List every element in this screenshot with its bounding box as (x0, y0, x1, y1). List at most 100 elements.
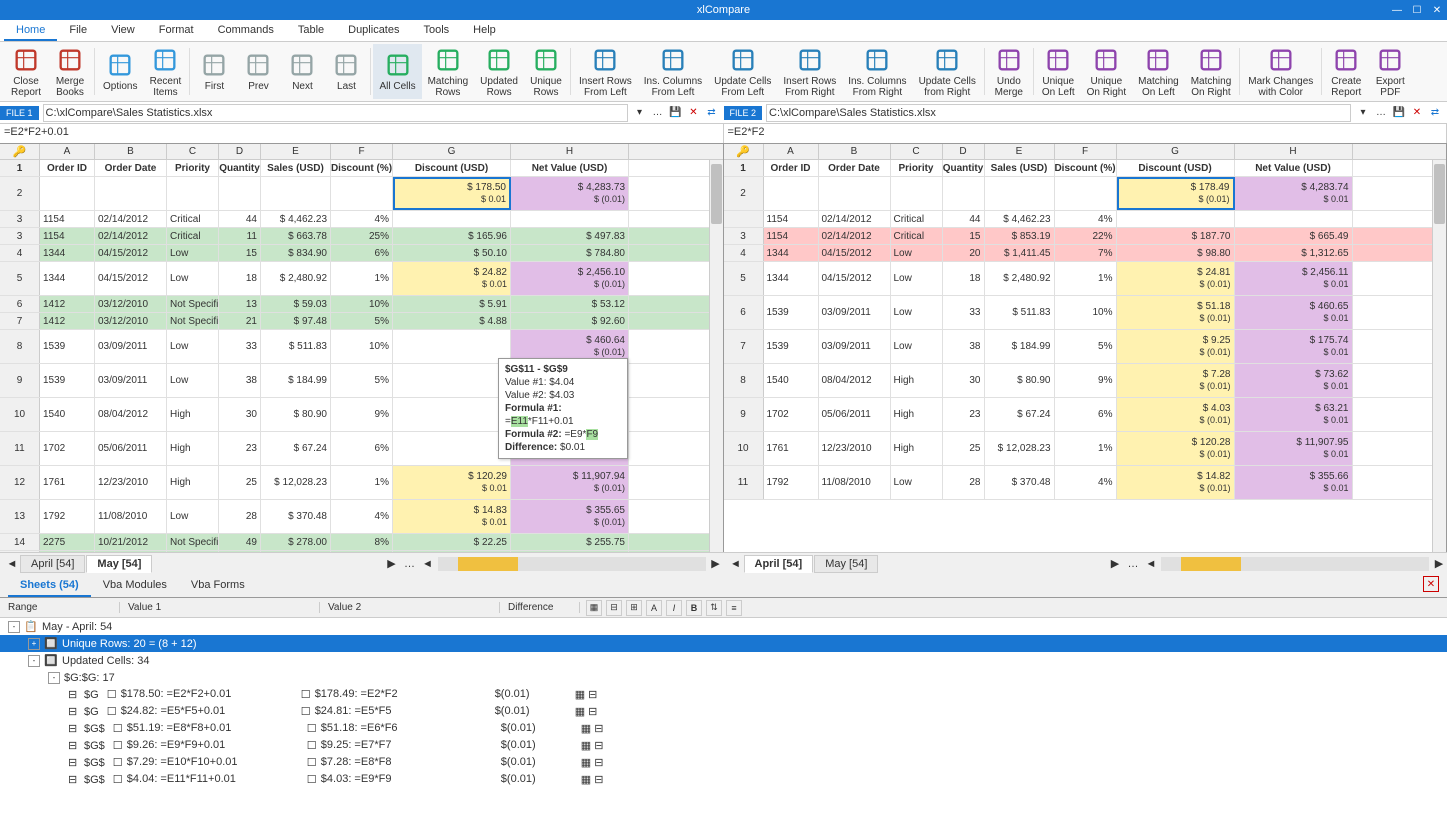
cell[interactable]: 23 (219, 432, 261, 465)
cell[interactable]: 2275 (40, 534, 95, 550)
cell[interactable]: $ 1,411.45 (985, 245, 1055, 261)
ribbon-options[interactable]: Options (97, 44, 143, 99)
cell[interactable]: $ 65.86 (511, 551, 629, 552)
cell[interactable]: 1154 (40, 228, 95, 244)
cell[interactable]: 1540 (764, 364, 819, 397)
diff-tree-row[interactable]: ⊟$G☐$178.50: =E2*F2+0.01☐$178.49: =E2*F2… (0, 686, 1447, 703)
cell[interactable]: $ 4,462.23 (261, 211, 331, 227)
col-header-E[interactable]: E (985, 144, 1055, 159)
cell[interactable]: $ 98.80 (1117, 245, 1235, 261)
vscrollbar[interactable] (709, 160, 723, 552)
cell[interactable]: 02/14/2012 (819, 228, 891, 244)
diff-tree-row[interactable]: ⊟$G$☐$51.19: =E8*F8+0.01☐$51.18: =E6*F6$… (0, 720, 1447, 737)
cell[interactable]: $ 184.99 (261, 364, 331, 397)
cell[interactable]: Not Specifie (167, 551, 219, 552)
ribbon-unique-left[interactable]: UniqueOn Left (1036, 44, 1081, 99)
cell[interactable]: 12/23/2010 (819, 432, 891, 465)
cell[interactable]: 21 (219, 313, 261, 329)
cell[interactable]: $ 120.28$ (0.01) (1117, 432, 1235, 465)
cell[interactable]: $ 175.74$ 0.01 (1235, 330, 1353, 363)
menu-tab-file[interactable]: File (57, 21, 99, 41)
cell[interactable]: 8% (331, 534, 393, 550)
cell[interactable]: 13 (219, 296, 261, 312)
ribbon-mark-color[interactable]: Mark Changeswith Color (1242, 44, 1319, 99)
cell[interactable]: $ 1,312.65 (1235, 245, 1353, 261)
header-cell[interactable]: Net Value (USD) (511, 160, 629, 176)
row-header[interactable] (724, 211, 764, 227)
cell[interactable]: $ 665.49 (1235, 228, 1353, 244)
row-header[interactable]: 5 (724, 262, 764, 295)
cell[interactable]: $ 11,907.94$ (0.01) (511, 466, 629, 499)
cell[interactable] (1235, 211, 1353, 227)
cell[interactable]: 08/04/2012 (819, 364, 891, 397)
cell[interactable]: 03/09/2011 (819, 296, 891, 329)
cell[interactable]: 03/09/2011 (95, 330, 167, 363)
cell[interactable]: 1539 (40, 330, 95, 363)
cell[interactable]: 18 (943, 262, 985, 295)
header-cell[interactable]: Discount (%) (1055, 160, 1117, 176)
close-button[interactable]: ✕ (1427, 0, 1447, 20)
ribbon-insert-rows-left[interactable]: Insert RowsFrom Left (573, 44, 638, 99)
cell[interactable]: 1344 (764, 262, 819, 295)
header-cell[interactable]: Discount (USD) (393, 160, 511, 176)
sheet-tab[interactable]: April [54] (744, 555, 814, 573)
cell[interactable]: 02/14/2012 (819, 211, 891, 227)
header-cell[interactable]: Net Value (USD) (1235, 160, 1353, 176)
diff-tree-row[interactable]: +🔲Unique Rows: 20 = (8 + 12) (0, 635, 1447, 652)
file1-dropdown-icon[interactable]: ▾ (632, 105, 648, 121)
cell[interactable]: Low (167, 500, 219, 533)
cell[interactable]: Critical (891, 228, 943, 244)
cell[interactable]: 25 (943, 432, 985, 465)
row-header[interactable]: 4 (0, 245, 40, 261)
cell[interactable]: $ 497.83 (511, 228, 629, 244)
cell[interactable]: $ 2,456.10$ (0.01) (511, 262, 629, 295)
row-header[interactable]: 10 (0, 398, 40, 431)
cell[interactable]: $ 92.60 (511, 313, 629, 329)
ribbon-all-cells[interactable]: All Cells (373, 44, 421, 99)
cell[interactable]: $ 67.24 (261, 432, 331, 465)
header-cell[interactable]: Order ID (764, 160, 819, 176)
header-cell[interactable]: Order Date (95, 160, 167, 176)
diff-tool-2[interactable]: ⊟ (606, 600, 622, 616)
bottom-tab[interactable]: Vba Forms (179, 575, 257, 597)
col-header-H[interactable]: H (1235, 144, 1353, 159)
cell[interactable]: 28 (219, 500, 261, 533)
cell[interactable]: 44 (943, 211, 985, 227)
cell[interactable]: 1761 (764, 432, 819, 465)
sheet-hscroll[interactable] (1161, 557, 1429, 571)
col-header-A[interactable]: A (40, 144, 95, 159)
cell[interactable]: 1539 (764, 330, 819, 363)
cell[interactable]: 1154 (764, 228, 819, 244)
cell[interactable] (219, 177, 261, 210)
cell[interactable]: 30 (219, 398, 261, 431)
col-header-C[interactable]: C (167, 144, 219, 159)
row-header[interactable]: 11 (724, 466, 764, 499)
cell[interactable]: $ 834.90 (261, 245, 331, 261)
cell[interactable]: $ 4,283.73$ (0.01) (511, 177, 629, 210)
menu-tab-view[interactable]: View (99, 21, 147, 41)
cell[interactable]: 04/15/2012 (819, 262, 891, 295)
cell[interactable]: $ 4.03$ (0.01) (1117, 398, 1235, 431)
cell[interactable]: 15 (943, 228, 985, 244)
ribbon-undo-merge[interactable]: UndoMerge (987, 44, 1031, 99)
row-header[interactable]: 9 (0, 364, 40, 397)
cell[interactable]: Low (167, 262, 219, 295)
file2-swap-icon[interactable]: ⇄ (1427, 105, 1443, 121)
cell[interactable]: $ 165.96 (393, 228, 511, 244)
row-header[interactable]: 8 (0, 330, 40, 363)
col-header-A[interactable]: A (764, 144, 819, 159)
cell[interactable]: 05/06/2011 (95, 432, 167, 465)
cell[interactable]: $ 511.83 (985, 296, 1055, 329)
col-header-G[interactable]: G (393, 144, 511, 159)
diff-tool-3[interactable]: ⊞ (626, 600, 642, 616)
cell[interactable]: $ 51.18$ (0.01) (1117, 296, 1235, 329)
cell[interactable]: 10/21/2012 (95, 534, 167, 550)
cell[interactable]: $ 63.21$ 0.01 (1235, 398, 1353, 431)
cell[interactable]: $ 355.65$ (0.01) (511, 500, 629, 533)
cell[interactable]: 10% (331, 296, 393, 312)
cell[interactable]: Low (167, 364, 219, 397)
col-header-D[interactable]: D (943, 144, 985, 159)
diff-tool-italic[interactable]: I (666, 600, 682, 616)
ribbon-unique-rows[interactable]: UniqueRows (524, 44, 568, 99)
ribbon-updated-rows[interactable]: UpdatedRows (474, 44, 524, 99)
